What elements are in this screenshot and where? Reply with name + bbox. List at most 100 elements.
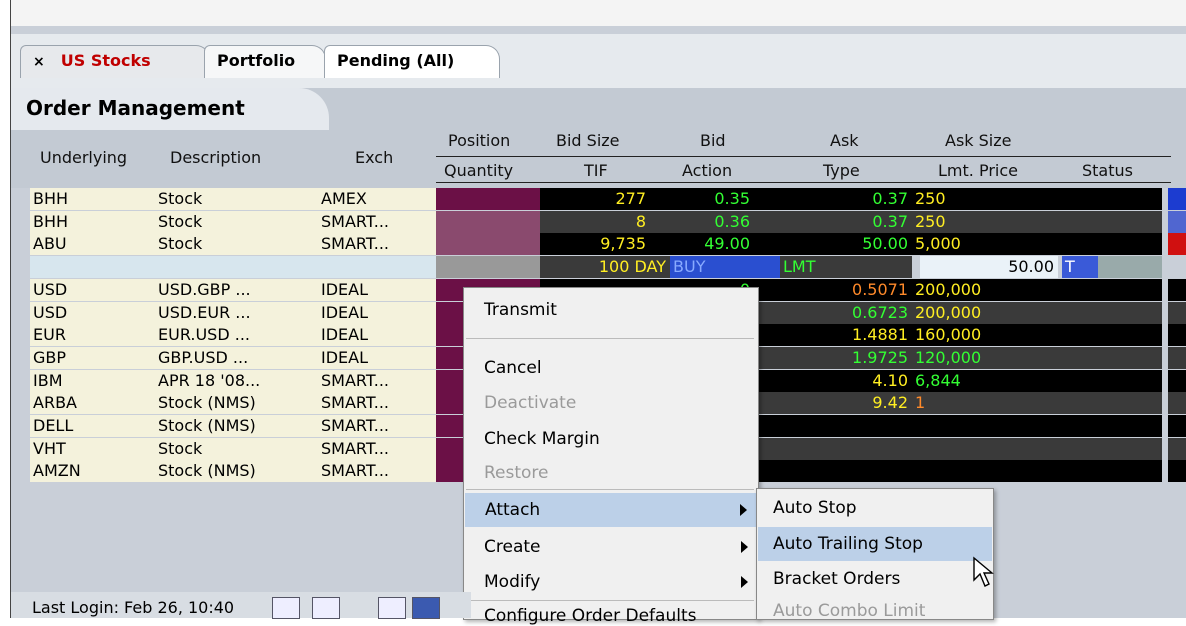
table-row[interactable]: BHH Stock SMART... 8 0.36 0.37 250	[30, 210, 1186, 233]
menu-item-check-margin[interactable]: Check Margin	[484, 429, 600, 449]
cell-bid-size: 9,735	[540, 233, 650, 256]
menu-item-configure-order-defaults[interactable]: Configure Order Defaults	[484, 606, 696, 626]
cell-edge-indicator	[1168, 460, 1186, 483]
cell-underlying: EUR	[30, 324, 155, 347]
cell-bid: 49.00	[650, 233, 754, 256]
tab-label: Pending (All)	[337, 51, 455, 70]
cell-description: USD.GBP ...	[155, 278, 318, 301]
cell-exch: IDEAL	[318, 301, 436, 324]
menu-item-restore[interactable]: Restore	[484, 463, 549, 483]
cell-edge-indicator	[1168, 324, 1186, 347]
header-ask-size[interactable]: Ask Size	[945, 131, 1011, 150]
header-description[interactable]: Description	[170, 148, 261, 167]
cell-edge-indicator	[1168, 415, 1186, 437]
header-bid-size[interactable]: Bid Size	[556, 131, 620, 150]
cell-ask-size: 250	[912, 210, 1162, 233]
header-lmt-price[interactable]: Lmt. Price	[938, 161, 1018, 180]
grid-icon[interactable]	[378, 597, 406, 619]
menu-separator	[466, 489, 754, 490]
h-icon[interactable]	[412, 597, 440, 619]
table-row[interactable]: ABU Stock SMART... 9,735 49.00 50.00 5,000	[30, 233, 1186, 256]
cell-edge-indicator	[1168, 210, 1186, 233]
header-divider	[436, 156, 1171, 157]
cell-description: Stock	[155, 210, 318, 233]
cell-ask-size: 6,844	[912, 369, 1162, 392]
cell-ask-size	[912, 415, 1162, 437]
cell-exch: SMART...	[318, 392, 436, 415]
menu-item-attach[interactable]: Attach	[465, 493, 757, 527]
header-action[interactable]: Action	[682, 161, 732, 180]
cell-type: LMT	[780, 256, 912, 279]
menu-item-deactivate[interactable]: Deactivate	[484, 393, 576, 413]
cell-ask-size	[912, 460, 1162, 483]
cell-ask-size: 200,000	[912, 301, 1162, 324]
cell-description: Stock (NMS)	[155, 460, 318, 483]
cell-ask: 0.6723	[754, 301, 912, 324]
window-icon[interactable]	[312, 597, 340, 619]
cell-status: T	[1062, 256, 1098, 279]
submenu-arrow-icon	[741, 541, 748, 553]
cell-underlying: USD	[30, 301, 155, 324]
submenu-item-bracket-orders[interactable]: Bracket Orders	[773, 569, 900, 589]
table-row[interactable]: BHH Stock AMEX 277 0.35 0.37 250	[30, 188, 1186, 210]
header-bid[interactable]: Bid	[700, 131, 726, 150]
cell-action: BUY	[670, 256, 780, 279]
tab-pending[interactable]: Pending (All)	[324, 45, 500, 78]
cell-quantity-tif: 100 DAY	[540, 256, 670, 279]
header-quantity[interactable]: Quantity	[444, 161, 513, 180]
layout-icon[interactable]	[272, 597, 300, 619]
cell-edge-indicator	[1168, 369, 1186, 392]
cell-bid: 0.35	[650, 188, 754, 210]
cell-position	[436, 188, 540, 210]
submenu-item-auto-stop[interactable]: Auto Stop	[773, 498, 857, 518]
cell-exch: IDEAL	[318, 324, 436, 347]
cell-exch: SMART...	[318, 233, 436, 256]
cell-bid-size: 277	[540, 188, 650, 210]
tab-label: Portfolio	[217, 51, 296, 70]
close-icon[interactable]: ×	[33, 54, 45, 70]
cell-underlying: GBP	[30, 346, 155, 369]
tab-label: US Stocks	[60, 51, 151, 70]
cell-bid-size: 8	[540, 210, 650, 233]
cell-edge-indicator	[1168, 392, 1186, 415]
cell-edge-indicator	[1168, 188, 1186, 210]
menu-item-create[interactable]: Create	[484, 537, 541, 557]
header-ask[interactable]: Ask	[830, 131, 859, 150]
cell-underlying: BHH	[30, 188, 155, 210]
cell-exch: SMART...	[318, 460, 436, 483]
tab-us-stocks[interactable]: × US Stocks	[20, 45, 210, 78]
submenu-item-auto-combo-limit[interactable]: Auto Combo Limit	[773, 601, 925, 621]
header-type[interactable]: Type	[823, 161, 860, 180]
header-status[interactable]: Status	[1082, 161, 1133, 180]
left-border	[0, 0, 11, 618]
menu-item-label: Attach	[485, 500, 541, 520]
tab-portfolio[interactable]: Portfolio	[204, 45, 326, 78]
menu-item-transmit[interactable]: Transmit	[484, 300, 557, 320]
cell-exch: SMART...	[318, 210, 436, 233]
cell-underlying	[30, 256, 155, 279]
cell-status-extra	[1098, 256, 1162, 279]
table-row[interactable]: 100 DAY BUY LMT 50.00 T	[30, 256, 1186, 279]
header-exch[interactable]: Exch	[355, 148, 393, 167]
header-position[interactable]: Position	[448, 131, 510, 150]
cell-ask: 50.00	[754, 233, 912, 256]
menu-item-modify[interactable]: Modify	[484, 572, 540, 592]
cell-underlying: USD	[30, 278, 155, 301]
submenu-item-auto-trailing-stop[interactable]: Auto Trailing Stop	[758, 527, 992, 561]
cell-ask	[754, 437, 912, 460]
cell-ask-size: 250	[912, 188, 1162, 210]
cell-ask: 0.37	[754, 188, 912, 210]
header-underlying[interactable]: Underlying	[40, 148, 127, 167]
cell-description: Stock	[155, 188, 318, 210]
cell-description: Stock (NMS)	[155, 392, 318, 415]
cell-edge-indicator	[1168, 278, 1186, 301]
submenu-arrow-icon	[740, 504, 747, 516]
cell-ask: 0.5071	[754, 278, 912, 301]
cell-exch: IDEAL	[318, 278, 436, 301]
cell-exch: SMART...	[318, 415, 436, 437]
cell-ask-size	[912, 437, 1162, 460]
menu-item-cancel[interactable]: Cancel	[484, 358, 542, 378]
header-tif[interactable]: TIF	[584, 161, 608, 180]
cell-description: EUR.USD ...	[155, 324, 318, 347]
cell-ask-size: 1	[912, 392, 1162, 415]
